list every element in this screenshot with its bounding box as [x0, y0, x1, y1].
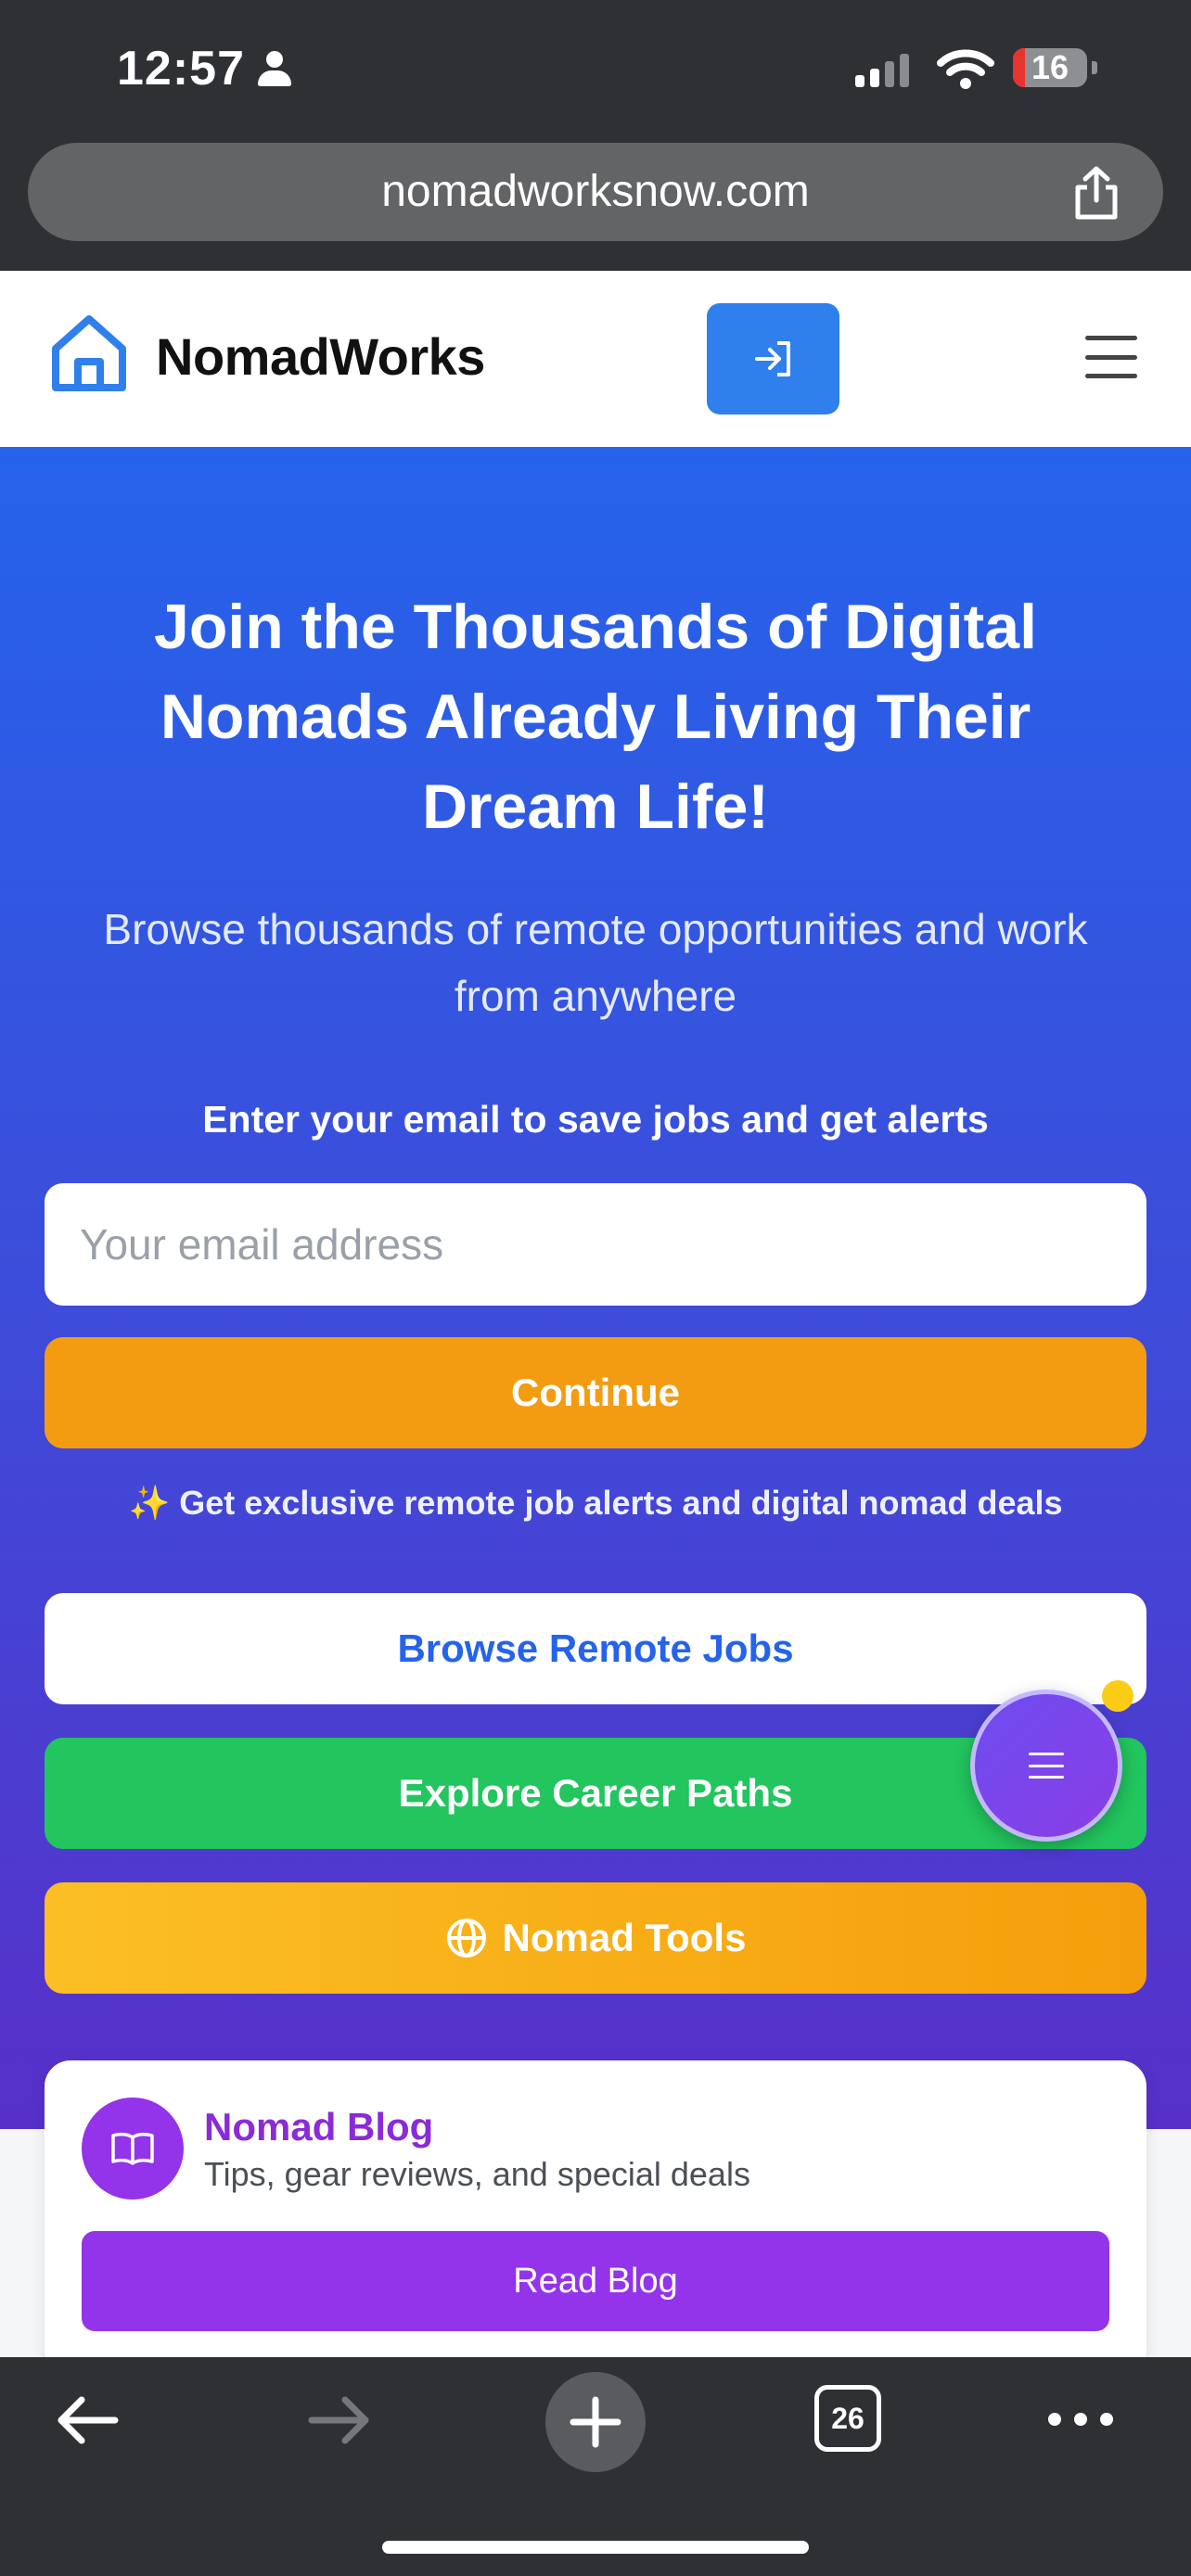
home-logo-icon[interactable]: [50, 313, 128, 395]
wifi-icon: [937, 49, 994, 89]
time-text: 12:57: [117, 42, 245, 96]
blog-avatar: [82, 2098, 184, 2200]
battery-icon: 16: [1013, 48, 1087, 87]
alerts-note: ✨ Get exclusive remote job alerts and dig…: [0, 1484, 1191, 1523]
sparkles-icon: ✨: [128, 1484, 171, 1522]
person-icon: [258, 51, 291, 86]
notification-dot: [1102, 1680, 1133, 1712]
tabs-count-button[interactable]: 26: [814, 2385, 881, 2452]
nomad-tools-button[interactable]: Nomad Tools: [45, 1882, 1146, 1994]
hero-subtitle: Browse thousands of remote opportunities…: [103, 905, 1088, 1020]
continue-button[interactable]: Continue: [45, 1337, 1146, 1448]
email-input[interactable]: [45, 1183, 1146, 1306]
cellular-signal-icon: [855, 54, 909, 87]
plus-icon: [570, 2396, 621, 2448]
blog-description: Tips, gear reviews, and special deals: [204, 2155, 750, 2193]
share-icon[interactable]: [1070, 165, 1122, 221]
status-bar: 12:57 16: [0, 0, 1191, 139]
email-prompt: Enter your email to save jobs and get al…: [202, 1098, 989, 1141]
more-options-icon[interactable]: [1048, 2413, 1113, 2426]
nomad-tools-label: Nomad Tools: [502, 1916, 747, 1959]
browse-remote-jobs-button[interactable]: Browse Remote Jobs: [45, 1593, 1146, 1704]
url-text[interactable]: nomadworksnow.com: [28, 143, 1163, 241]
site-header: NomadWorks: [0, 271, 1191, 447]
hero-section: Join the Thousands of Digital Nomads Alr…: [0, 447, 1191, 2129]
new-tab-button[interactable]: [545, 2372, 646, 2472]
status-time: 12:57: [117, 41, 291, 96]
hero-title: Join the Thousands of Digital Nomads Alr…: [154, 592, 1037, 842]
battery-tip: [1092, 61, 1097, 74]
blog-card: Nomad Blog Tips, gear reviews, and speci…: [45, 2060, 1146, 2376]
home-indicator: [382, 2541, 809, 2554]
brand-name[interactable]: NomadWorks: [156, 326, 485, 387]
address-bar[interactable]: nomadworksnow.com: [28, 143, 1163, 241]
globe-icon: [446, 1919, 486, 1958]
fab-menu-icon: [1029, 1753, 1064, 1779]
alerts-note-text: Get exclusive remote job alerts and digi…: [179, 1484, 1063, 1522]
back-arrow-icon[interactable]: [54, 2394, 121, 2446]
battery-percent: 16: [1031, 48, 1069, 86]
login-button[interactable]: [707, 303, 839, 414]
read-blog-button[interactable]: Read Blog: [82, 2231, 1109, 2331]
forward-arrow-icon[interactable]: [306, 2394, 373, 2446]
blog-title: Nomad Blog: [204, 2105, 434, 2149]
floating-menu-button[interactable]: [970, 1690, 1122, 1842]
hamburger-menu-icon[interactable]: [1085, 336, 1137, 378]
book-icon: [111, 2132, 154, 2165]
login-icon: [754, 341, 790, 376]
